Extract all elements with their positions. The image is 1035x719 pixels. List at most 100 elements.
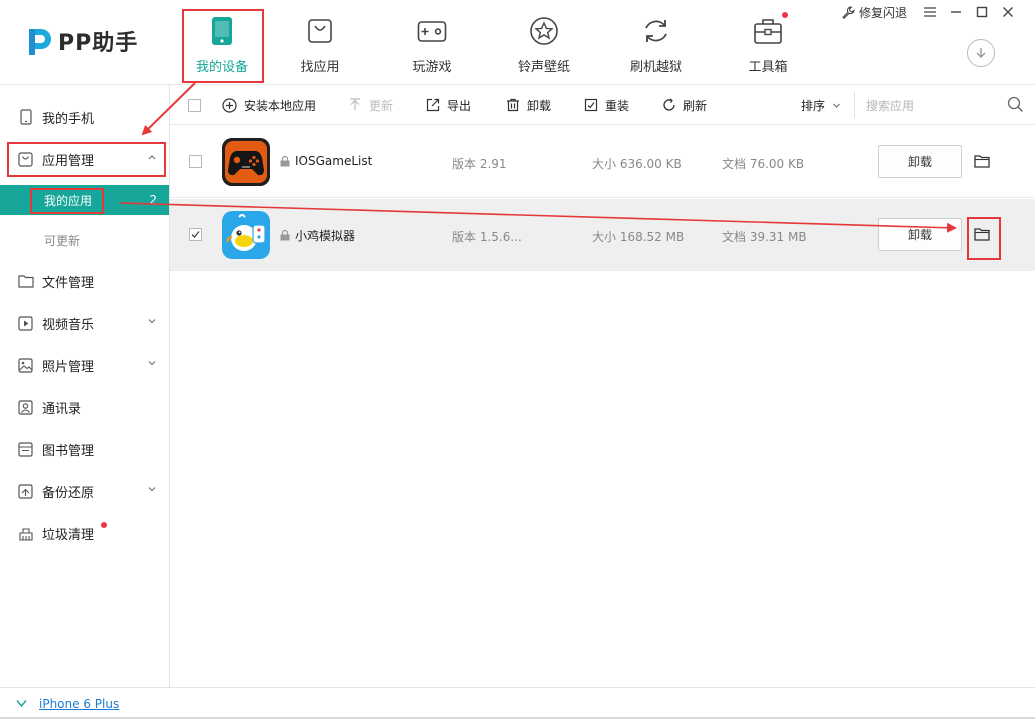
sort-dropdown[interactable]: 排序	[801, 85, 841, 125]
device-dropdown-icon[interactable]	[16, 699, 27, 708]
sidebar-subitem-label: 我的应用	[44, 193, 93, 208]
sidebar-item-photo-management[interactable]: 照片管理	[0, 345, 169, 385]
nav-label: 刷机越狱	[629, 60, 682, 75]
row-checkbox[interactable]	[189, 155, 202, 168]
star-icon	[529, 16, 559, 46]
app-size: 大小 168.52 MB	[592, 230, 685, 244]
nav-label: 工具箱	[748, 60, 788, 75]
app-version: 版本 1.5.6...	[452, 230, 522, 244]
fix-crash-label: 修复闪退	[858, 5, 907, 20]
lock-icon	[280, 155, 290, 167]
fix-crash-button[interactable]: 修复闪退	[842, 4, 907, 21]
menu-button[interactable]	[917, 2, 943, 22]
app-bag-icon	[17, 151, 34, 168]
app-row[interactable]: IOSGameList 版本 2.91 大小 636.00 KB 文档 76.0…	[170, 126, 1035, 198]
sidebar-item-app-management[interactable]: 应用管理	[0, 139, 169, 179]
pp-logo-icon	[24, 25, 54, 57]
search-icon[interactable]	[1007, 96, 1024, 113]
notification-badge	[101, 522, 107, 528]
nav-label: 我的设备	[195, 60, 248, 75]
nav-play-games[interactable]: 玩游戏	[376, 0, 488, 85]
lock-icon	[280, 230, 290, 241]
nav-label: 找应用	[300, 60, 340, 75]
install-local-app-button[interactable]: 安装本地应用	[222, 85, 316, 125]
app-row[interactable]: 小鸡模拟器 版本 1.5.6... 大小 168.52 MB 文档 39.31 …	[170, 199, 1035, 271]
refresh-button[interactable]: 刷新	[662, 85, 707, 125]
xiaoji-emulator-app-icon	[222, 211, 270, 259]
app-name: IOSGameList	[280, 154, 372, 168]
update-button[interactable]: 更新	[348, 85, 393, 125]
minimize-button[interactable]	[943, 2, 969, 22]
sidebar-item-video-music[interactable]: 视频音乐	[0, 303, 169, 343]
nav-toolbox[interactable]: 工具箱	[712, 0, 824, 85]
open-folder-icon[interactable]	[974, 154, 990, 168]
toolbox-icon	[753, 16, 783, 46]
gamepad-icon	[417, 16, 447, 46]
nav-label: 玩游戏	[412, 60, 452, 75]
refresh-label: 刷新	[683, 98, 708, 113]
app-logo-text: PP助手	[58, 31, 139, 56]
sidebar: 我的手机 应用管理 我的应用 2 可更新 文件管理 视频音乐 照片管理 通讯录 …	[0, 85, 170, 687]
reinstall-label: 重装	[605, 98, 630, 113]
install-local-app-label: 安装本地应用	[244, 98, 317, 113]
search-placeholder: 搜索应用	[866, 98, 915, 113]
app-size: 大小 636.00 KB	[592, 157, 682, 171]
close-button[interactable]	[995, 2, 1021, 22]
app-name-text: 小鸡模拟器	[295, 229, 356, 243]
app-documents-size: 文档 39.31 MB	[722, 230, 807, 244]
status-bar: iPhone 6 Plus	[0, 687, 1035, 719]
sidebar-item-label: 文件管理	[42, 275, 95, 291]
nav-find-apps[interactable]: 找应用	[264, 0, 376, 85]
app-version: 版本 2.91	[452, 157, 507, 171]
select-all-checkbox[interactable]	[188, 85, 201, 125]
trash-icon	[506, 98, 520, 112]
uninstall-button[interactable]: 卸载	[878, 218, 962, 251]
sidebar-item-book-management[interactable]: 图书管理	[0, 429, 169, 469]
toolbar: 安装本地应用 更新 导出 卸载 重装 刷新 排序 搜索应用	[170, 85, 1035, 125]
phone-outline-icon	[17, 109, 34, 126]
maximize-button[interactable]	[969, 2, 995, 22]
sidebar-subitem-my-apps[interactable]: 我的应用 2	[0, 185, 169, 215]
update-label: 更新	[369, 98, 394, 113]
refresh-icon	[662, 98, 676, 112]
export-label: 导出	[447, 98, 472, 113]
sidebar-item-file-management[interactable]: 文件管理	[0, 261, 169, 301]
nav-flash-jailbreak[interactable]: 刷机越狱	[600, 0, 712, 85]
sidebar-item-label: 照片管理	[42, 359, 95, 375]
sidebar-item-my-phone[interactable]: 我的手机	[0, 97, 169, 137]
image-icon	[17, 357, 34, 374]
upload-arrow-icon	[348, 98, 362, 112]
reinstall-button[interactable]: 重装	[584, 85, 629, 125]
export-button[interactable]: 导出	[426, 85, 471, 125]
top-header: PP助手 我的设备 找应用 玩游戏 铃声壁纸 刷机越狱 工具箱 修复闪退	[0, 0, 1035, 85]
sidebar-item-label: 我的手机	[42, 111, 95, 127]
nav-my-device[interactable]: 我的设备	[180, 0, 264, 85]
main-nav: 我的设备 找应用 玩游戏 铃声壁纸 刷机越狱 工具箱	[180, 0, 824, 85]
app-count: 2	[149, 193, 157, 207]
sidebar-item-contacts[interactable]: 通讯录	[0, 387, 169, 427]
download-manager-button[interactable]	[967, 39, 995, 67]
sidebar-item-backup-restore[interactable]: 备份还原	[0, 471, 169, 511]
sidebar-item-label: 备份还原	[42, 485, 95, 501]
app-name: 小鸡模拟器	[280, 227, 355, 244]
row-checkbox[interactable]	[189, 228, 202, 241]
app-name-text: IOSGameList	[295, 154, 373, 168]
export-icon	[426, 98, 440, 112]
broom-icon	[17, 525, 34, 542]
sidebar-item-label: 图书管理	[42, 443, 95, 459]
open-folder-icon[interactable]	[974, 227, 990, 241]
search-input[interactable]: 搜索应用	[854, 92, 1024, 118]
uninstall-button[interactable]: 卸载	[878, 145, 962, 178]
nav-ringtones-wallpapers[interactable]: 铃声壁纸	[488, 0, 600, 85]
device-name-link[interactable]: iPhone 6 Plus	[39, 697, 119, 711]
nav-label: 铃声壁纸	[517, 60, 570, 75]
folder-icon	[17, 273, 34, 290]
chevron-down-icon	[147, 484, 157, 494]
phone-icon	[207, 16, 237, 46]
sidebar-item-junk-cleanup[interactable]: 垃圾清理	[0, 513, 169, 553]
sidebar-item-label: 应用管理	[42, 153, 95, 169]
sidebar-subitem-updatable[interactable]: 可更新	[0, 225, 169, 255]
uninstall-toolbar-button[interactable]: 卸载	[506, 85, 551, 125]
sidebar-subitem-label: 可更新	[44, 233, 81, 248]
window-controls: 修复闪退	[842, 2, 1021, 22]
